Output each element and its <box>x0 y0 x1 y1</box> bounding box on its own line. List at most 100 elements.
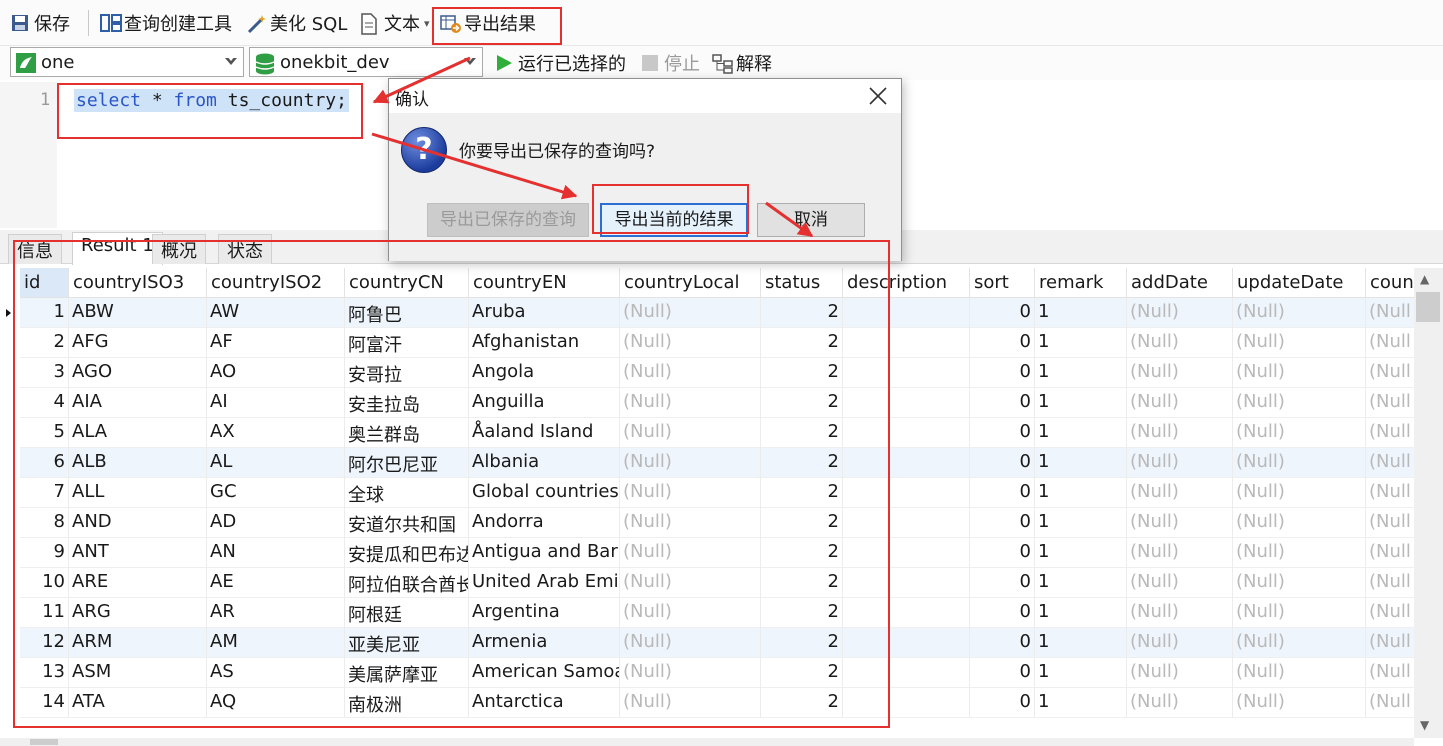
table-cell[interactable] <box>843 568 970 598</box>
table-cell[interactable]: (Null) <box>1233 388 1366 418</box>
table-cell[interactable]: 阿富汗 <box>345 328 469 358</box>
table-cell[interactable]: (Null) <box>620 688 761 718</box>
chevron-down-icon[interactable] <box>464 56 476 65</box>
table-cell[interactable]: 1 <box>1035 538 1127 568</box>
table-cell[interactable]: Åaland Island <box>469 418 620 448</box>
table-cell[interactable]: 1 <box>1035 298 1127 328</box>
table-cell[interactable]: 4 <box>20 388 69 418</box>
table-cell[interactable]: Andorra <box>469 508 620 538</box>
table-cell[interactable]: 14 <box>20 688 69 718</box>
table-cell[interactable]: (Null) <box>1127 658 1233 688</box>
table-cell[interactable]: AO <box>207 358 345 388</box>
column-header[interactable]: sort <box>970 268 1035 298</box>
export-result-button[interactable]: 导出结果 <box>440 8 536 38</box>
scrollbar-thumb[interactable] <box>1416 292 1440 322</box>
stop-button[interactable]: 停止 <box>640 48 700 78</box>
table-cell[interactable] <box>843 358 970 388</box>
table-cell[interactable]: 0 <box>970 508 1035 538</box>
table-cell[interactable]: (Null) <box>1127 388 1233 418</box>
export-saved-query-button[interactable]: 导出已保存的查询 <box>427 203 589 237</box>
table-cell[interactable]: GC <box>207 478 345 508</box>
table-cell[interactable]: (Null) <box>1233 628 1366 658</box>
table-cell[interactable]: (Null) <box>1233 568 1366 598</box>
table-cell[interactable]: AIA <box>69 388 207 418</box>
table-cell[interactable]: (Null <box>1366 538 1414 568</box>
scroll-up-icon[interactable]: ▲ <box>1420 272 1429 286</box>
table-cell[interactable]: (Null <box>1366 298 1414 328</box>
table-cell[interactable]: 0 <box>970 598 1035 628</box>
table-cell[interactable]: (Null) <box>1127 418 1233 448</box>
table-cell[interactable]: 2 <box>761 658 843 688</box>
table-cell[interactable]: (Null <box>1366 358 1414 388</box>
table-cell[interactable]: 5 <box>20 418 69 448</box>
table-cell[interactable]: 0 <box>970 418 1035 448</box>
save-button[interactable]: 保存 <box>10 8 70 38</box>
table-cell[interactable]: (Null) <box>1127 628 1233 658</box>
table-cell[interactable]: (Null) <box>620 598 761 628</box>
table-cell[interactable]: 安道尔共和国 <box>345 508 469 538</box>
table-cell[interactable]: 1 <box>1035 598 1127 628</box>
table-cell[interactable]: 1 <box>20 298 69 328</box>
table-cell[interactable]: (Null <box>1366 448 1414 478</box>
table-cell[interactable]: (Null) <box>1127 508 1233 538</box>
table-cell[interactable]: 1 <box>1035 358 1127 388</box>
table-cell[interactable]: AS <box>207 658 345 688</box>
table-cell[interactable]: 1 <box>1035 328 1127 358</box>
table-cell[interactable]: Aruba <box>469 298 620 328</box>
table-cell[interactable]: (Null) <box>620 538 761 568</box>
table-cell[interactable]: Albania <box>469 448 620 478</box>
table-cell[interactable]: 南极洲 <box>345 688 469 718</box>
scroll-down-icon[interactable]: ▼ <box>1420 718 1429 732</box>
table-cell[interactable]: (Null) <box>620 508 761 538</box>
table-cell[interactable]: 2 <box>20 328 69 358</box>
table-cell[interactable]: 0 <box>970 628 1035 658</box>
connection-select[interactable]: one <box>10 47 244 77</box>
table-cell[interactable]: (Null <box>1366 328 1414 358</box>
table-cell[interactable]: 2 <box>761 568 843 598</box>
table-cell[interactable]: 0 <box>970 568 1035 598</box>
table-cell[interactable]: (Null) <box>620 478 761 508</box>
table-cell[interactable]: (Null) <box>1127 328 1233 358</box>
tab-status[interactable]: 状态 <box>218 234 272 264</box>
column-header[interactable]: countryISO3 <box>69 268 207 298</box>
table-cell[interactable]: 美属萨摩亚 <box>345 658 469 688</box>
table-cell[interactable]: (Null) <box>1127 598 1233 628</box>
table-cell[interactable]: ALL <box>69 478 207 508</box>
column-header[interactable]: countryEN <box>469 268 620 298</box>
table-cell[interactable]: 1 <box>1035 688 1127 718</box>
database-select[interactable]: onekbit_dev <box>249 47 483 77</box>
table-cell[interactable]: (Null <box>1366 388 1414 418</box>
table-cell[interactable]: (Null) <box>620 298 761 328</box>
tab-info[interactable]: 信息 <box>8 234 62 264</box>
table-cell[interactable]: 0 <box>970 688 1035 718</box>
table-cell[interactable]: ASM <box>69 658 207 688</box>
table-cell[interactable]: 安圭拉岛 <box>345 388 469 418</box>
table-cell[interactable]: AR <box>207 598 345 628</box>
table-cell[interactable]: 3 <box>20 358 69 388</box>
chevron-down-icon[interactable] <box>225 56 237 65</box>
table-cell[interactable]: 9 <box>20 538 69 568</box>
table-cell[interactable]: 2 <box>761 418 843 448</box>
explain-button[interactable]: 解释 <box>712 48 772 78</box>
table-cell[interactable]: 0 <box>970 328 1035 358</box>
table-cell[interactable]: (Null <box>1366 418 1414 448</box>
table-cell[interactable]: 2 <box>761 508 843 538</box>
table-cell[interactable] <box>843 328 970 358</box>
column-header[interactable]: addDate <box>1127 268 1233 298</box>
text-menu-button[interactable]: 文本 ▾ <box>360 8 430 38</box>
column-header[interactable]: id <box>20 268 69 298</box>
table-cell[interactable]: (Null <box>1366 568 1414 598</box>
table-cell[interactable]: Angola <box>469 358 620 388</box>
table-cell[interactable]: 1 <box>1035 388 1127 418</box>
table-cell[interactable]: Argentina <box>469 598 620 628</box>
table-cell[interactable]: 2 <box>761 358 843 388</box>
table-cell[interactable] <box>843 478 970 508</box>
table-cell[interactable]: (Null) <box>1233 328 1366 358</box>
vertical-scrollbar[interactable]: ▲ ▼ <box>1414 268 1443 738</box>
table-cell[interactable]: (Null) <box>1127 688 1233 718</box>
sql-code-line[interactable]: select * from ts_country; <box>74 89 349 112</box>
table-cell[interactable]: 2 <box>761 388 843 418</box>
table-cell[interactable]: (Null) <box>620 328 761 358</box>
table-cell[interactable]: 10 <box>20 568 69 598</box>
table-cell[interactable]: 2 <box>761 538 843 568</box>
